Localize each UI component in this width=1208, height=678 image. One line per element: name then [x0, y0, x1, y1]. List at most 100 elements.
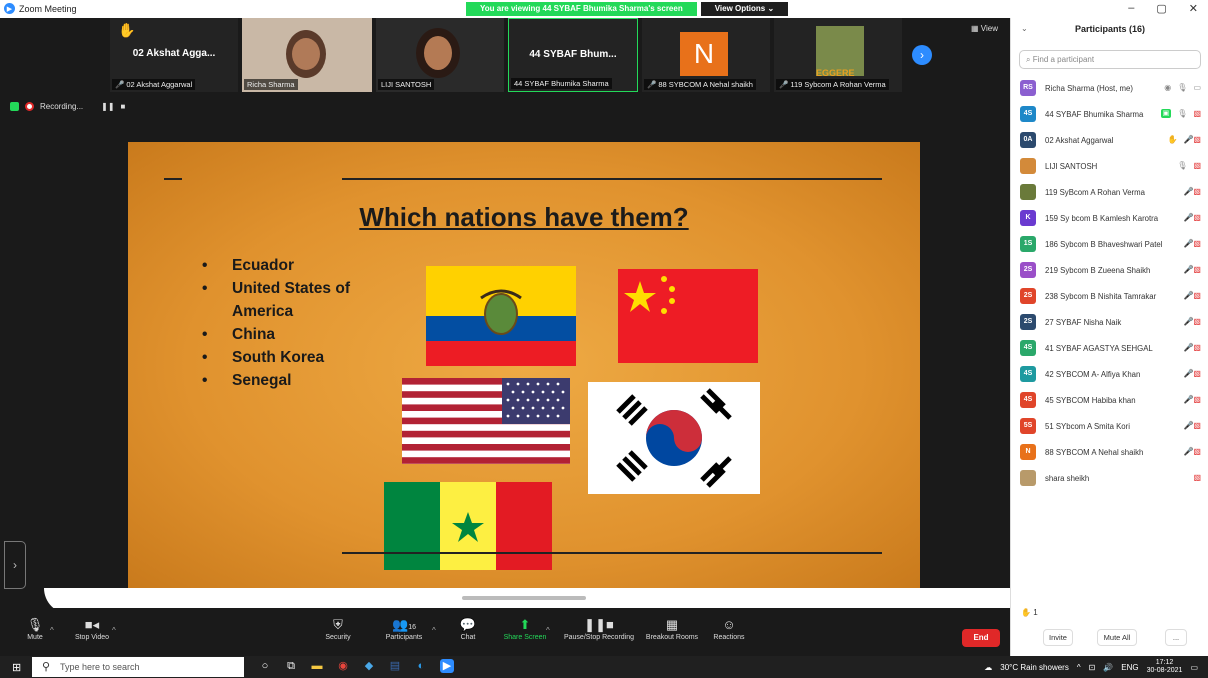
participant-search-input[interactable]: ⌕ Find a participant	[1019, 50, 1201, 69]
participants-button[interactable]: 👥16 Participants	[380, 616, 428, 641]
country-bullet-list: • Ecuador • United States of America • Chin…	[200, 254, 372, 392]
clock[interactable]: 17:12 30-08-2021	[1147, 659, 1183, 675]
participant-row[interactable]: K 159 Sy bcom B Kamlesh Karotra 🎤▧	[1011, 205, 1208, 231]
file-explorer-icon[interactable]: ▬	[310, 659, 324, 673]
more-options-button[interactable]: ...	[1165, 629, 1187, 646]
horizontal-scrollbar[interactable]	[462, 596, 586, 600]
close-button[interactable]: ✕	[1189, 2, 1198, 15]
chat-bubble-icon: 💬	[459, 617, 477, 632]
end-meeting-button[interactable]: End	[962, 629, 1000, 647]
participant-status-icons[interactable]: ◉ 🎙 ▭	[1164, 83, 1201, 92]
mute-button[interactable]: 🎙 Mute	[24, 616, 46, 641]
raised-hand-icon: ✋	[118, 22, 136, 38]
avatar: N	[1020, 444, 1036, 460]
participant-row[interactable]: 4S 42 SYBCOM A- Alfiya Khan 🎤▧	[1011, 361, 1208, 387]
south-korea-flag-icon	[588, 382, 760, 494]
video-tile[interactable]: Richa Sharma	[242, 18, 372, 92]
share-screen-button[interactable]: ⬆ Share Screen	[500, 616, 550, 641]
smiley-icon: ☺	[722, 617, 736, 632]
document-app-icon[interactable]: ▤	[388, 659, 402, 673]
face-icon	[292, 38, 320, 70]
pause-stop-recording-button[interactable]: ❚❚■ Pause/Stop Recording	[560, 616, 638, 641]
security-button[interactable]: ⛨ Security	[320, 616, 356, 641]
weather-text[interactable]: 30°C Rain showers	[1000, 663, 1069, 672]
participant-row[interactable]: 4S 45 SYBCOM Habiba khan 🎤▧	[1011, 387, 1208, 413]
participant-row[interactable]: 2S 27 SYBAF Nisha Naik 🎤▧	[1011, 309, 1208, 335]
view-button[interactable]: ▦ View	[971, 24, 998, 33]
share-options-chevron-icon[interactable]: ^	[546, 626, 550, 635]
maximize-button[interactable]: ▢	[1156, 2, 1166, 15]
mute-all-button[interactable]: Mute All	[1097, 629, 1137, 646]
volume-icon[interactable]: 🔊	[1103, 663, 1113, 672]
participant-status-icons[interactable]: 🎤▧	[1183, 395, 1201, 404]
participant-status-icons[interactable]: ▧	[1193, 473, 1201, 482]
network-icon[interactable]: ⊡	[1089, 663, 1096, 672]
video-options-chevron-icon[interactable]: ^	[112, 626, 116, 635]
chat-button[interactable]: 💬 Chat	[456, 616, 480, 641]
language-indicator[interactable]: ENG	[1121, 663, 1138, 672]
participant-status-icons[interactable]: 🎤▧	[1183, 213, 1201, 222]
participant-row[interactable]: 119 SyBcom A Rohan Verma 🎤▧	[1011, 179, 1208, 205]
participant-status-icons[interactable]: 🎤▧	[1183, 343, 1201, 352]
participant-status-icons[interactable]: 🎤▧	[1183, 187, 1201, 196]
participant-row[interactable]: shara sheikh ▧	[1011, 465, 1208, 491]
participants-options-chevron-icon[interactable]: ^	[432, 626, 436, 635]
raised-hand-icon: ✋	[1021, 608, 1031, 617]
taskbar-app-icons: ○ ⧉ ▬ ◉ ◆ ▤ ◐ ▶	[258, 659, 454, 673]
mute-options-chevron-icon[interactable]: ^	[50, 626, 54, 635]
participant-name: 44 SYBAF Bhumika Sharma	[1045, 109, 1144, 119]
participant-status-icons[interactable]: 🎤▧	[1183, 265, 1201, 274]
stop-recording-button[interactable]: ■	[121, 102, 126, 111]
participant-row[interactable]: 4S 44 SYBAF Bhumika Sharma ▣ 🎙 ▧	[1011, 101, 1208, 127]
participant-name: 41 SYBAF AGASTYA SEHGAL	[1045, 343, 1153, 353]
senegal-flag-icon	[384, 482, 552, 570]
chrome-icon[interactable]: ◉	[336, 659, 350, 673]
participant-row[interactable]: 2S 219 Sybcom B Zueena Shaikh 🎤▧	[1011, 257, 1208, 283]
participant-status-icons[interactable]: 🎤▧	[1183, 447, 1201, 456]
participant-row[interactable]: 5S 51 SYbcom A Smita Kori 🎤▧	[1011, 413, 1208, 439]
participant-status-icons[interactable]: 🎤▧	[1183, 317, 1201, 326]
participant-row[interactable]: 2S 238 Sybcom B Nishita Tamrakar 🎤▧	[1011, 283, 1208, 309]
stop-video-button[interactable]: ■◂ Stop Video	[70, 616, 114, 641]
paint-app-icon[interactable]: ◆	[362, 659, 376, 673]
pause-recording-button[interactable]: ❚❚	[101, 102, 114, 111]
tray-chevron-icon[interactable]: ^	[1077, 663, 1081, 672]
cortana-circle-icon[interactable]: ○	[258, 659, 272, 673]
participant-row[interactable]: 0A 02 Akshat Aggarwal ✋ 🎤▧	[1011, 127, 1208, 153]
windows-start-icon[interactable]: ⊞	[12, 661, 21, 674]
taskbar-search-input[interactable]: ⚲ Type here to search	[32, 657, 244, 677]
participant-status-icons[interactable]: 🎤▧	[1183, 421, 1201, 430]
zoom-logo-icon: ▶	[4, 3, 15, 14]
video-tile-active-speaker[interactable]: 44 SYBAF Bhum... 44 SYBAF Bhumika Sharma	[508, 18, 638, 92]
participant-row[interactable]: RS Richa Sharma (Host, me) ◉ 🎙 ▭	[1011, 75, 1208, 101]
participant-status-icons[interactable]: 🎤▧	[1183, 291, 1201, 300]
edge-browser-icon[interactable]: ◐	[414, 659, 428, 673]
participant-status-icons[interactable]: 🎤▧	[1183, 369, 1201, 378]
expand-handle-icon[interactable]: ›	[4, 541, 26, 589]
participant-row[interactable]: 4S 41 SYBAF AGASTYA SEHGAL 🎤▧	[1011, 335, 1208, 361]
participant-status-icons[interactable]: 🎙 ▧	[1177, 161, 1201, 170]
task-view-icon[interactable]: ⧉	[284, 659, 298, 673]
zoom-taskbar-icon[interactable]: ▶	[440, 659, 454, 673]
avatar: RS	[1020, 80, 1036, 96]
notification-icon[interactable]: ▭	[1190, 663, 1198, 672]
participant-row[interactable]: LIJI SANTOSH 🎙 ▧	[1011, 153, 1208, 179]
reactions-button[interactable]: ☺ Reactions	[710, 616, 748, 641]
video-tile[interactable]: LIJI SANTOSH	[376, 18, 504, 92]
tile-label: Richa Sharma	[244, 79, 298, 90]
next-page-arrow-icon[interactable]: ›	[912, 45, 932, 65]
participant-row[interactable]: N 88 SYBCOM A Nehal shaikh 🎤▧	[1011, 439, 1208, 465]
recording-label: Recording...	[40, 102, 84, 111]
video-tile[interactable]: EGGERE 🎤 119 Sybcom A Rohan Verma	[774, 18, 902, 92]
participant-row[interactable]: 1S 186 Sybcom B Bhaveshwari Patel 🎤▧	[1011, 231, 1208, 257]
windows-taskbar: ⊞ ⚲ Type here to search ○ ⧉ ▬ ◉ ◆ ▤ ◐ ▶ …	[0, 656, 1208, 678]
shared-screen-slide: Which nations have them? • Ecuador • Unite…	[128, 142, 920, 588]
participant-status-icons[interactable]: ▣ 🎙 ▧	[1160, 109, 1201, 118]
participant-status-icons[interactable]: ✋ 🎤▧	[1168, 135, 1202, 144]
participant-status-icons[interactable]: 🎤▧	[1183, 239, 1201, 248]
view-options-button[interactable]: View Options ⌄	[700, 2, 789, 16]
invite-button[interactable]: Invite	[1043, 629, 1073, 646]
breakout-rooms-button[interactable]: ▦ Breakout Rooms	[644, 616, 700, 641]
minimize-button[interactable]: –	[1128, 2, 1134, 15]
slide-title: Which nations have them?	[359, 202, 689, 232]
